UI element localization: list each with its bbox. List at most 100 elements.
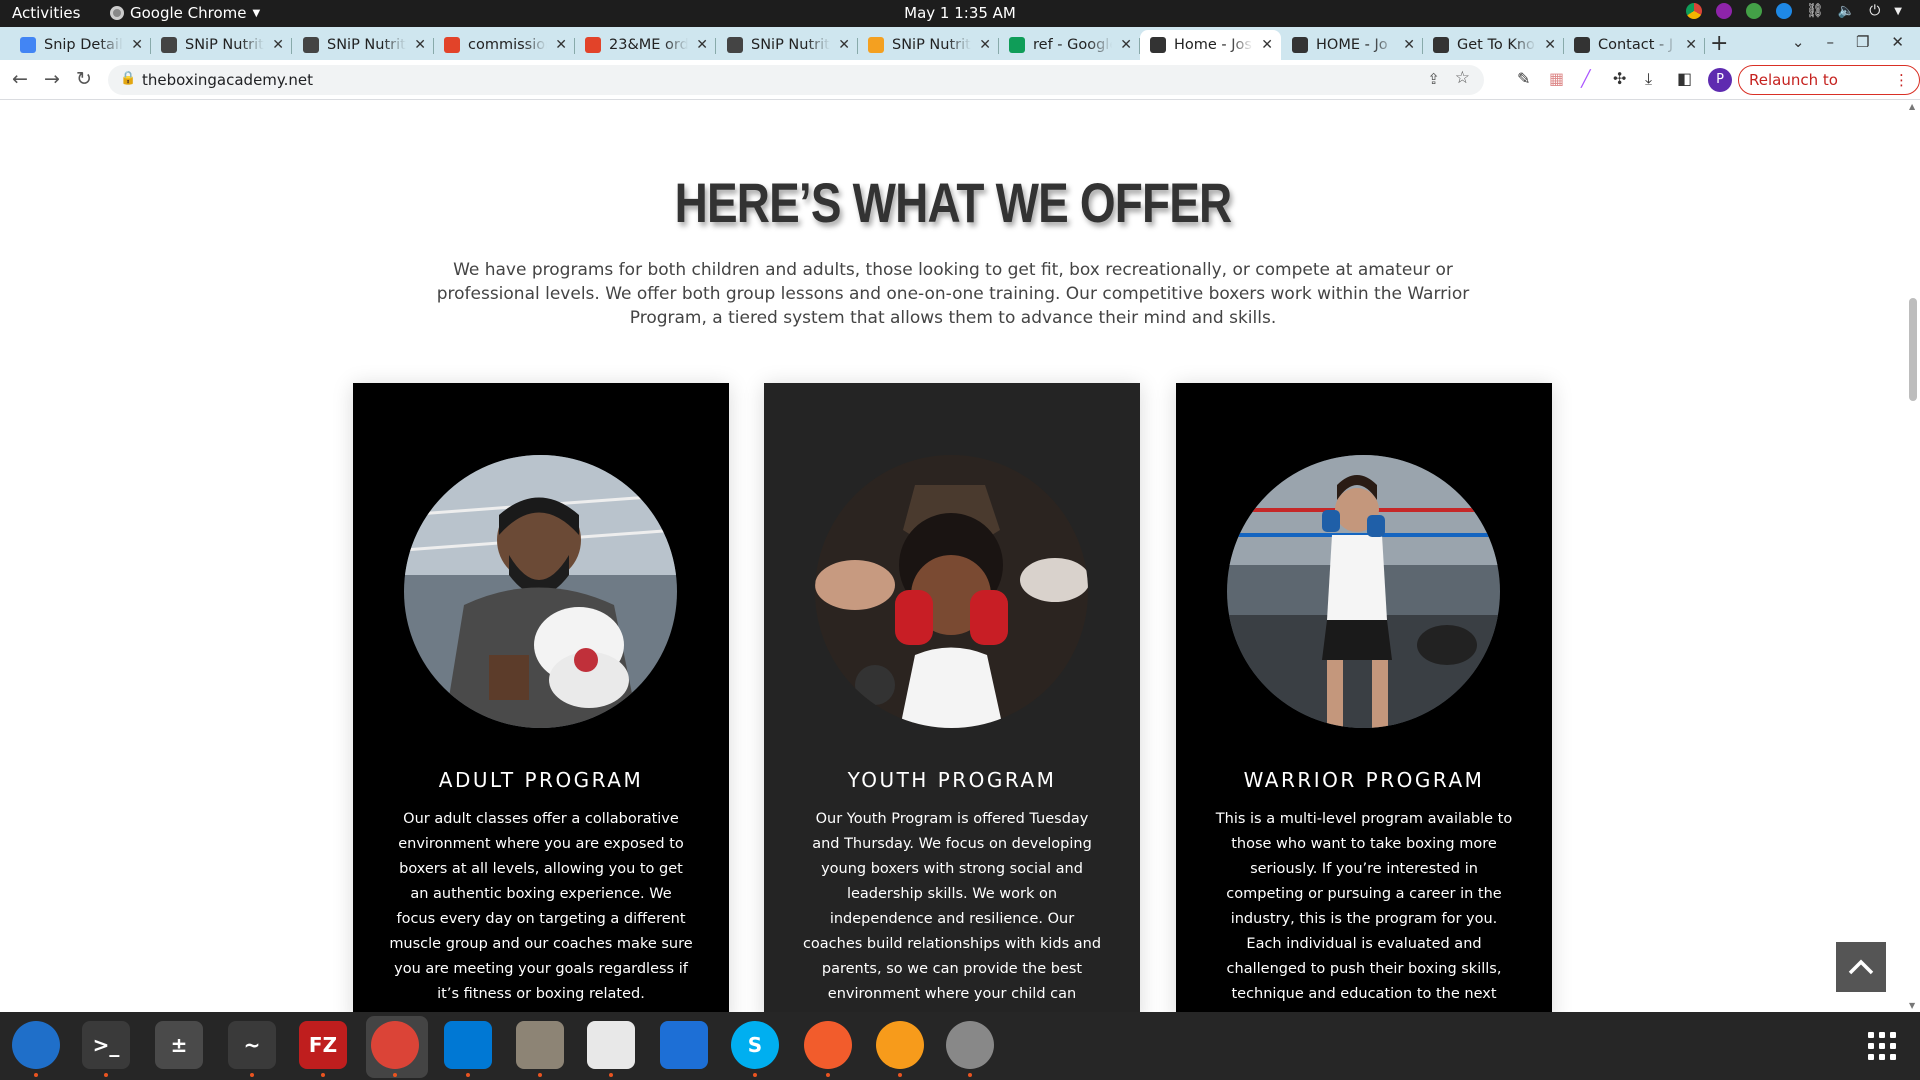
new-tab-button[interactable]: + (1710, 31, 1728, 56)
close-tab-icon[interactable]: ✕ (838, 37, 850, 53)
browser-tab[interactable]: HOME - Jo ✕ (1282, 30, 1423, 60)
calendar-extension-icon[interactable]: ▦ (1549, 69, 1564, 88)
caret-down-icon[interactable]: ▼ (1894, 6, 1902, 17)
browser-tab[interactable]: commission ✕ (434, 30, 575, 60)
more-menu-icon[interactable]: ⋮ (1894, 66, 1909, 94)
skype-icon[interactable]: S (731, 1021, 779, 1077)
minimize-button[interactable]: – (1826, 33, 1834, 51)
close-tab-icon[interactable]: ✕ (1403, 37, 1415, 53)
scroll-up-arrow-icon[interactable]: ▲ (1909, 102, 1915, 111)
tab-title: Contact - J (1598, 37, 1674, 53)
browser-tab[interactable]: SNiP Nutrit ✕ (293, 30, 434, 60)
browser-tab[interactable]: SNiP Nutrit ✕ (717, 30, 858, 60)
boxing-icon (1574, 37, 1590, 53)
lock-icon[interactable]: 🔒 (120, 71, 136, 86)
system-monitor-icon[interactable]: ~ (228, 1021, 276, 1077)
browser-tab[interactable]: Snip Detail ✕ (10, 30, 151, 60)
browser-tab[interactable]: Contact - J ✕ (1564, 30, 1705, 60)
dock-item-glyph: >_ (92, 1033, 120, 1057)
chrome-icon[interactable] (371, 1021, 419, 1077)
address-bar[interactable]: 🔒 theboxingacademy.net ⇪ ☆ (108, 65, 1484, 95)
back-button[interactable]: ← (12, 68, 28, 90)
files-icon[interactable] (516, 1021, 564, 1077)
relaunch-to-update-button[interactable]: Relaunch to update ⋮ (1738, 65, 1920, 117)
close-tab-icon[interactable]: ✕ (272, 37, 284, 53)
forward-button[interactable]: → (44, 68, 60, 90)
close-tab-icon[interactable]: ✕ (131, 37, 143, 53)
tab-search-icon[interactable]: ⌄ (1792, 33, 1805, 51)
browser-toolbar: ← → ↻ 🔒 theboxingacademy.net ⇪ ☆ ✎ ▦ ╱ ✣… (0, 60, 1920, 100)
filezilla-icon[interactable]: FZ (299, 1021, 347, 1077)
profile-avatar[interactable]: P (1708, 68, 1732, 92)
program-title: WARRIOR PROGRAM (1243, 768, 1485, 792)
running-indicator (826, 1073, 830, 1077)
power-icon[interactable]: ⏻ (1869, 3, 1880, 19)
calculator-icon[interactable]: ± (155, 1021, 203, 1069)
tray-app-icon[interactable] (1716, 3, 1732, 19)
scroll-down-arrow-icon[interactable]: ▼ (1909, 1001, 1915, 1010)
bookmark-star-icon[interactable]: ☆ (1455, 68, 1470, 88)
sheets-icon (1009, 37, 1025, 53)
system-tray[interactable]: ⛓ 🔈 ⏻ ▼ (1686, 3, 1902, 19)
docs-viewer-icon[interactable] (660, 1021, 708, 1069)
thunderbird-icon[interactable] (12, 1021, 60, 1077)
terminal-icon[interactable]: >_ (82, 1021, 130, 1077)
program-title: ADULT PROGRAM (438, 768, 644, 792)
vscode-icon[interactable] (444, 1021, 492, 1077)
youth-boxer-photo (815, 455, 1088, 728)
program-description: Our Youth Program is offered Tuesday and… (802, 811, 1102, 1002)
close-tab-icon[interactable]: ✕ (1685, 37, 1697, 53)
flame-icon[interactable] (876, 1021, 924, 1077)
close-tab-icon[interactable]: ✕ (1544, 37, 1556, 53)
running-indicator (321, 1073, 325, 1077)
side-panel-icon[interactable]: ◧ (1677, 69, 1692, 88)
url-text[interactable]: theboxingacademy.net (142, 71, 313, 89)
web-page: HERE’S WHAT WE OFFER We have programs fo… (0, 100, 1906, 1012)
text-editor-icon[interactable] (587, 1021, 635, 1077)
close-tab-icon[interactable]: ✕ (1261, 37, 1273, 53)
dock-item-glyph: S (747, 1033, 763, 1057)
close-tab-icon[interactable]: ✕ (696, 37, 708, 53)
scroll-to-top-button[interactable] (1836, 942, 1886, 992)
close-tab-icon[interactable]: ✕ (414, 37, 426, 53)
running-indicator (609, 1073, 613, 1077)
browser-tab[interactable]: 23&ME ord ✕ (575, 30, 716, 60)
chrome-tray-icon[interactable] (1686, 3, 1702, 19)
tray-sync-icon[interactable] (1746, 3, 1762, 19)
browser-tab[interactable]: SNiP Nutrit ✕ (858, 30, 999, 60)
show-apps-grid-icon[interactable] (1868, 1032, 1896, 1060)
draw-icon[interactable] (804, 1021, 852, 1077)
tab-title: SNiP Nutrit (751, 37, 830, 53)
close-window-button[interactable]: ✕ (1891, 33, 1904, 51)
clock[interactable]: May 1 1:35 AM (0, 4, 1920, 22)
close-tab-icon[interactable]: ✕ (1120, 37, 1132, 53)
restore-button[interactable]: ❐ (1856, 33, 1869, 51)
close-tab-icon[interactable]: ✕ (979, 37, 991, 53)
browser-tab[interactable]: Home - Jos ✕ (1140, 30, 1281, 60)
warrior-program-card: WARRIOR PROGRAM This is a multi-level pr… (1176, 383, 1552, 1012)
network-icon[interactable]: ⛓ (1806, 3, 1824, 19)
tab-title: Snip Detail (44, 37, 123, 53)
browser-tab[interactable]: Get To Kno ✕ (1423, 30, 1564, 60)
scrollbar-thumb[interactable] (1909, 298, 1917, 401)
reload-button[interactable]: ↻ (76, 68, 92, 90)
volume-icon[interactable]: 🔈 (1838, 3, 1855, 19)
tab-title: SNiP Nutrit (892, 37, 971, 53)
download-icon[interactable]: ⤓ (1645, 69, 1652, 89)
pen-extension-icon[interactable]: ╱ (1581, 69, 1591, 88)
tab-title: 23&ME ord (609, 37, 689, 53)
tray-tool-icon[interactable] (1776, 3, 1792, 19)
eyedropper-extension-icon[interactable]: ✎ (1517, 69, 1530, 88)
page-scrollbar[interactable]: ▲ ▼ (1906, 100, 1920, 1012)
share-icon[interactable]: ⇪ (1427, 70, 1440, 88)
close-tab-icon[interactable]: ✕ (555, 37, 567, 53)
disk-icon[interactable] (946, 1021, 994, 1077)
adult-program-card: ADULT PROGRAM Our adult classes offer a … (353, 383, 729, 1012)
dock-item-glyph: ~ (243, 1033, 261, 1057)
dock: >_ ± ~ FZ S (0, 1012, 1920, 1080)
browser-tab[interactable]: ref - Google ✕ (999, 30, 1140, 60)
intro-paragraph: We have programs for both children and a… (436, 260, 1470, 328)
dock-item-glyph: ± (170, 1033, 188, 1057)
extensions-puzzle-icon[interactable]: ✣ (1613, 69, 1626, 88)
browser-tab[interactable]: SNiP Nutrit ✕ (151, 30, 292, 60)
